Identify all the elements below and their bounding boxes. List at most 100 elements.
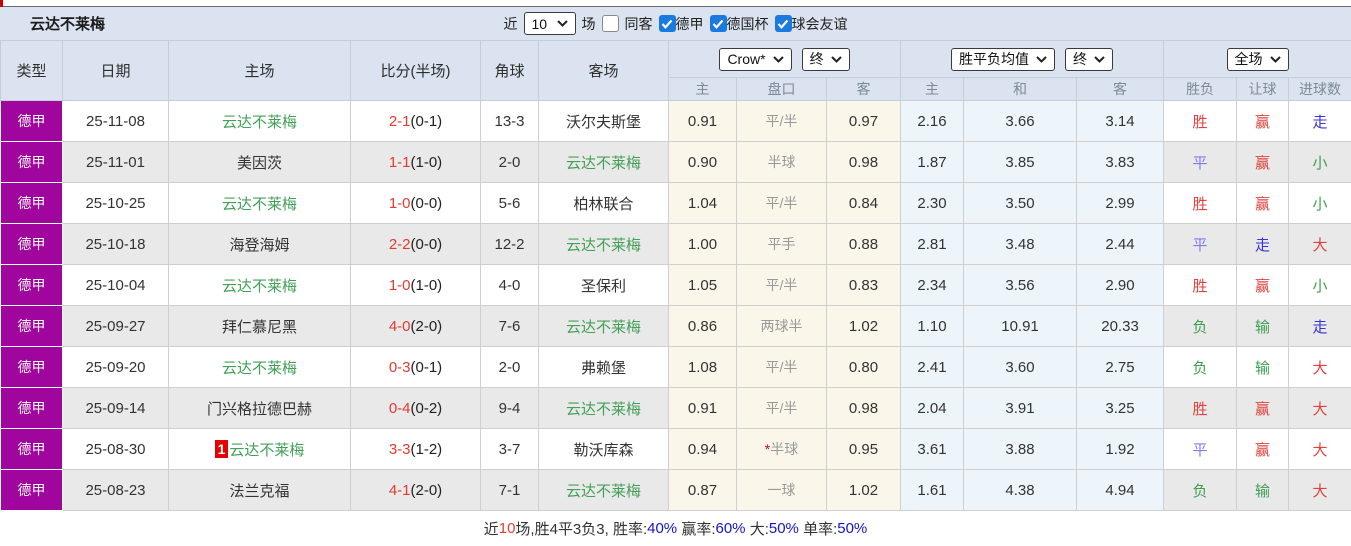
fulltime-score: 2-2 — [389, 236, 411, 253]
cell-handicap-result: 赢 — [1237, 429, 1289, 470]
away-team-name: 云达不莱梅 — [566, 319, 641, 336]
avg-odds-select[interactable]: 胜平负均值 — [951, 48, 1055, 71]
cell-ah-away-odds: 0.88 — [827, 224, 901, 265]
cell-ah-home-odds: 0.90 — [669, 142, 737, 183]
check-icon — [712, 19, 724, 29]
cell-goals-result: 走 — [1289, 306, 1351, 347]
handicap-odds-header: Crow* 终 — [669, 41, 901, 78]
cell-ah-line: 平手 — [737, 224, 827, 265]
cell-eu-home-odds: 2.30 — [901, 183, 964, 224]
same-away-checkbox[interactable] — [602, 15, 619, 32]
away-team-name: 沃尔夫斯堡 — [566, 114, 641, 131]
cell-corners: 2-0 — [481, 142, 539, 183]
cell-ah-home-odds: 1.00 — [669, 224, 737, 265]
cell-home-team: 门兴格拉德巴赫 — [169, 388, 351, 429]
cell-corners: 4-0 — [481, 265, 539, 306]
filter-bar: 近 10 场 同客 德甲 德国杯 球会友谊 — [0, 12, 1351, 35]
cell-score: 1-0(1-0) — [351, 265, 481, 306]
halftime-score: (1-0) — [411, 277, 443, 294]
cell-goals-result: 走 — [1289, 101, 1351, 142]
cell-ah-home-odds: 1.08 — [669, 347, 737, 388]
cell-goals-result: 大 — [1289, 347, 1351, 388]
same-away-filter — [602, 15, 619, 32]
cell-away-team: 圣保利 — [539, 265, 669, 306]
cell-home-team: 海登海姆 — [169, 224, 351, 265]
recent-label: 近 — [504, 14, 518, 34]
chevron-down-icon — [773, 56, 784, 63]
cell-result: 胜 — [1164, 101, 1237, 142]
cell-ah-home-odds: 0.91 — [669, 388, 737, 429]
col-header-eu-draw: 和 — [964, 78, 1077, 101]
cell-score: 1-0(0-0) — [351, 183, 481, 224]
friendly-checkbox[interactable] — [775, 15, 792, 32]
top-strip — [0, 0, 1351, 7]
cell-eu-draw-odds: 3.91 — [964, 388, 1077, 429]
col-header-handicap: 让球 — [1237, 78, 1289, 101]
home-team-name: 门兴格拉德巴赫 — [207, 401, 312, 418]
pokal-checkbox[interactable] — [710, 15, 727, 32]
away-team-name: 柏林联合 — [573, 196, 633, 213]
cell-ah-home-odds: 1.05 — [669, 265, 737, 306]
cell-result: 胜 — [1164, 265, 1237, 306]
cell-eu-draw-odds: 3.88 — [964, 429, 1077, 470]
fulltime-score: 4-0 — [389, 318, 411, 335]
cell-league: 德甲 — [1, 224, 63, 265]
table-row: 德甲 25-10-04 云达不莱梅 1-0(1-0) 4-0 圣保利 1.05 … — [1, 265, 1351, 306]
cell-date: 25-10-04 — [63, 265, 169, 306]
away-team-name: 圣保利 — [581, 278, 626, 295]
cell-result: 胜 — [1164, 183, 1237, 224]
cell-eu-away-odds: 3.14 — [1077, 101, 1164, 142]
cell-ah-away-odds: 0.95 — [827, 429, 901, 470]
cell-date: 25-08-23 — [63, 470, 169, 511]
chevron-down-icon — [831, 56, 842, 63]
avg-time-select[interactable]: 终 — [1065, 48, 1113, 71]
cell-eu-home-odds: 2.04 — [901, 388, 964, 429]
odds-company-select[interactable]: Crow* — [719, 48, 791, 71]
cell-home-team: 云达不莱梅 — [169, 183, 351, 224]
check-icon — [661, 19, 673, 29]
cell-goals-result: 小 — [1289, 265, 1351, 306]
cell-corners: 9-4 — [481, 388, 539, 429]
matches-table: 类型 日期 主场 比分(半场) 角球 客场 Crow* 终 — [0, 40, 1351, 511]
cell-ah-home-odds: 0.91 — [669, 101, 737, 142]
cell-score: 4-0(2-0) — [351, 306, 481, 347]
table-row: 德甲 25-09-20 云达不莱梅 0-3(0-1) 2-0 弗赖堡 1.08 … — [1, 347, 1351, 388]
halftime-score: (1-2) — [411, 441, 443, 458]
cell-away-team: 弗赖堡 — [539, 347, 669, 388]
cell-league: 德甲 — [1, 306, 63, 347]
cell-corners: 7-1 — [481, 470, 539, 511]
friendly-label: 球会友谊 — [792, 14, 848, 34]
cell-eu-home-odds: 2.34 — [901, 265, 964, 306]
cell-score: 4-1(2-0) — [351, 470, 481, 511]
line-text: 两球半 — [761, 318, 803, 334]
league-filter-friendly: 球会友谊 — [775, 14, 848, 34]
cell-home-team: 云达不莱梅 — [169, 347, 351, 388]
home-team-name: 拜仁慕尼黑 — [222, 319, 297, 336]
halftime-score: (0-1) — [411, 113, 443, 130]
cell-goals-result: 小 — [1289, 142, 1351, 183]
cell-result: 平 — [1164, 224, 1237, 265]
home-team-name: 美因茨 — [237, 155, 282, 172]
cell-eu-home-odds: 2.41 — [901, 347, 964, 388]
fulltime-score: 1-0 — [389, 277, 411, 294]
cell-away-team: 沃尔夫斯堡 — [539, 101, 669, 142]
cell-result: 负 — [1164, 306, 1237, 347]
cell-corners: 2-0 — [481, 347, 539, 388]
line-text: 半球 — [770, 441, 798, 457]
recent-count-select[interactable]: 10 — [524, 12, 576, 35]
line-text: 平/半 — [766, 400, 798, 416]
fulltime-score: 0-4 — [389, 400, 411, 417]
company-time-select[interactable]: 终 — [802, 48, 850, 71]
halftime-score: (2-0) — [411, 482, 443, 499]
odd-rate: 50% — [837, 520, 867, 537]
cell-home-team: 云达不莱梅 — [169, 265, 351, 306]
line-text: 平手 — [768, 236, 796, 252]
bundesliga-checkbox[interactable] — [659, 15, 676, 32]
scope-select[interactable]: 全场 — [1227, 48, 1289, 71]
fulltime-score: 1-1 — [389, 154, 411, 171]
cell-ah-line: *半球 — [737, 429, 827, 470]
cell-ah-away-odds: 1.02 — [827, 470, 901, 511]
cell-eu-away-odds: 2.44 — [1077, 224, 1164, 265]
chevron-down-icon — [1094, 56, 1105, 63]
cell-ah-home-odds: 1.04 — [669, 183, 737, 224]
